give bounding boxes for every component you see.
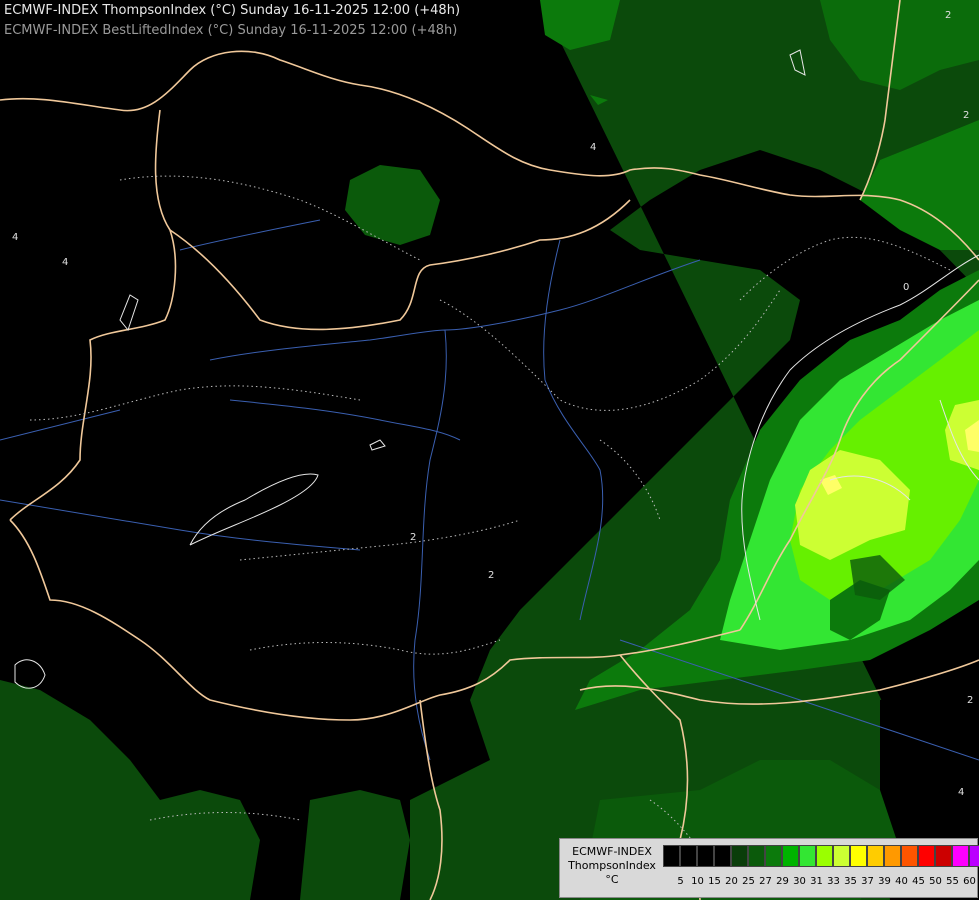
legend-tick-label: 55 xyxy=(946,876,959,887)
legend-parameter: ThompsonIndex xyxy=(568,859,656,872)
legend-tick-label: 60 xyxy=(963,876,976,887)
legend-swatch xyxy=(952,845,969,867)
legend-tick-label: 20 xyxy=(725,876,738,887)
legend-tick-label: 15 xyxy=(708,876,721,887)
legend-tick-label: 29 xyxy=(776,876,789,887)
legend-swatch xyxy=(680,845,697,867)
legend-tick-label: 37 xyxy=(861,876,874,887)
legend-swatch xyxy=(697,845,714,867)
legend-tick-label: 33 xyxy=(827,876,840,887)
legend-unit: °C xyxy=(605,873,619,886)
contour-label: 4 xyxy=(12,232,18,243)
legend-swatch xyxy=(850,845,867,867)
legend-tick-label: 39 xyxy=(878,876,891,887)
legend-swatch xyxy=(799,845,816,867)
legend-swatches xyxy=(663,845,979,867)
legend-swatch xyxy=(884,845,901,867)
contour-label: 4 xyxy=(590,142,596,153)
contour-label: 4 xyxy=(62,257,68,268)
contour-label: 2 xyxy=(967,695,973,706)
legend-tick-label: 25 xyxy=(742,876,755,887)
legend-swatch xyxy=(969,845,979,867)
map-title-best-lifted-index: ECMWF-INDEX BestLiftedIndex (°C) Sunday … xyxy=(4,23,458,38)
legend-swatch xyxy=(901,845,918,867)
legend-tick-label: 35 xyxy=(844,876,857,887)
legend-swatch xyxy=(731,845,748,867)
contour-label: 2 xyxy=(488,570,494,581)
contour-label: 2 xyxy=(963,110,969,121)
legend-tick-label: 10 xyxy=(691,876,704,887)
legend-model: ECMWF-INDEX xyxy=(572,845,652,858)
contour-label: 2 xyxy=(410,532,416,543)
legend-swatch xyxy=(935,845,952,867)
map-title-thompson-index: ECMWF-INDEX ThompsonIndex (°C) Sunday 16… xyxy=(4,3,461,18)
contour-label: 4 xyxy=(958,787,964,798)
legend-swatch xyxy=(765,845,782,867)
legend-tick-label: 30 xyxy=(793,876,806,887)
legend-label: ECMWF-INDEX ThompsonIndex °C xyxy=(564,845,660,887)
legend-tick-label: 5 xyxy=(677,876,684,887)
legend-swatch xyxy=(867,845,884,867)
legend-tick-label: 50 xyxy=(929,876,942,887)
color-scale-legend: ECMWF-INDEX ThompsonIndex °C 5 10 15 20 25 27… xyxy=(559,838,979,898)
legend-tick-label: 31 xyxy=(810,876,823,887)
legend-ticks: 5 10 15 20 25 27 29 30 31 33 35 37 39 40 45 50 55 60 xyxy=(672,876,978,887)
legend-swatch xyxy=(714,845,731,867)
legend-swatch xyxy=(663,845,680,867)
legend-tick-label: 45 xyxy=(912,876,925,887)
contour-label: 2 xyxy=(945,10,951,21)
legend-tick-label: 40 xyxy=(895,876,908,887)
legend-swatch xyxy=(748,845,765,867)
legend-swatch xyxy=(782,845,799,867)
legend-swatch xyxy=(918,845,935,867)
legend-tick-label: 27 xyxy=(759,876,772,887)
legend-swatch xyxy=(816,845,833,867)
legend-swatch xyxy=(833,845,850,867)
contour-label: 0 xyxy=(903,282,909,293)
thompson-index-map: 4 4 4 2 2 2 0 2 2 4 xyxy=(0,0,979,900)
